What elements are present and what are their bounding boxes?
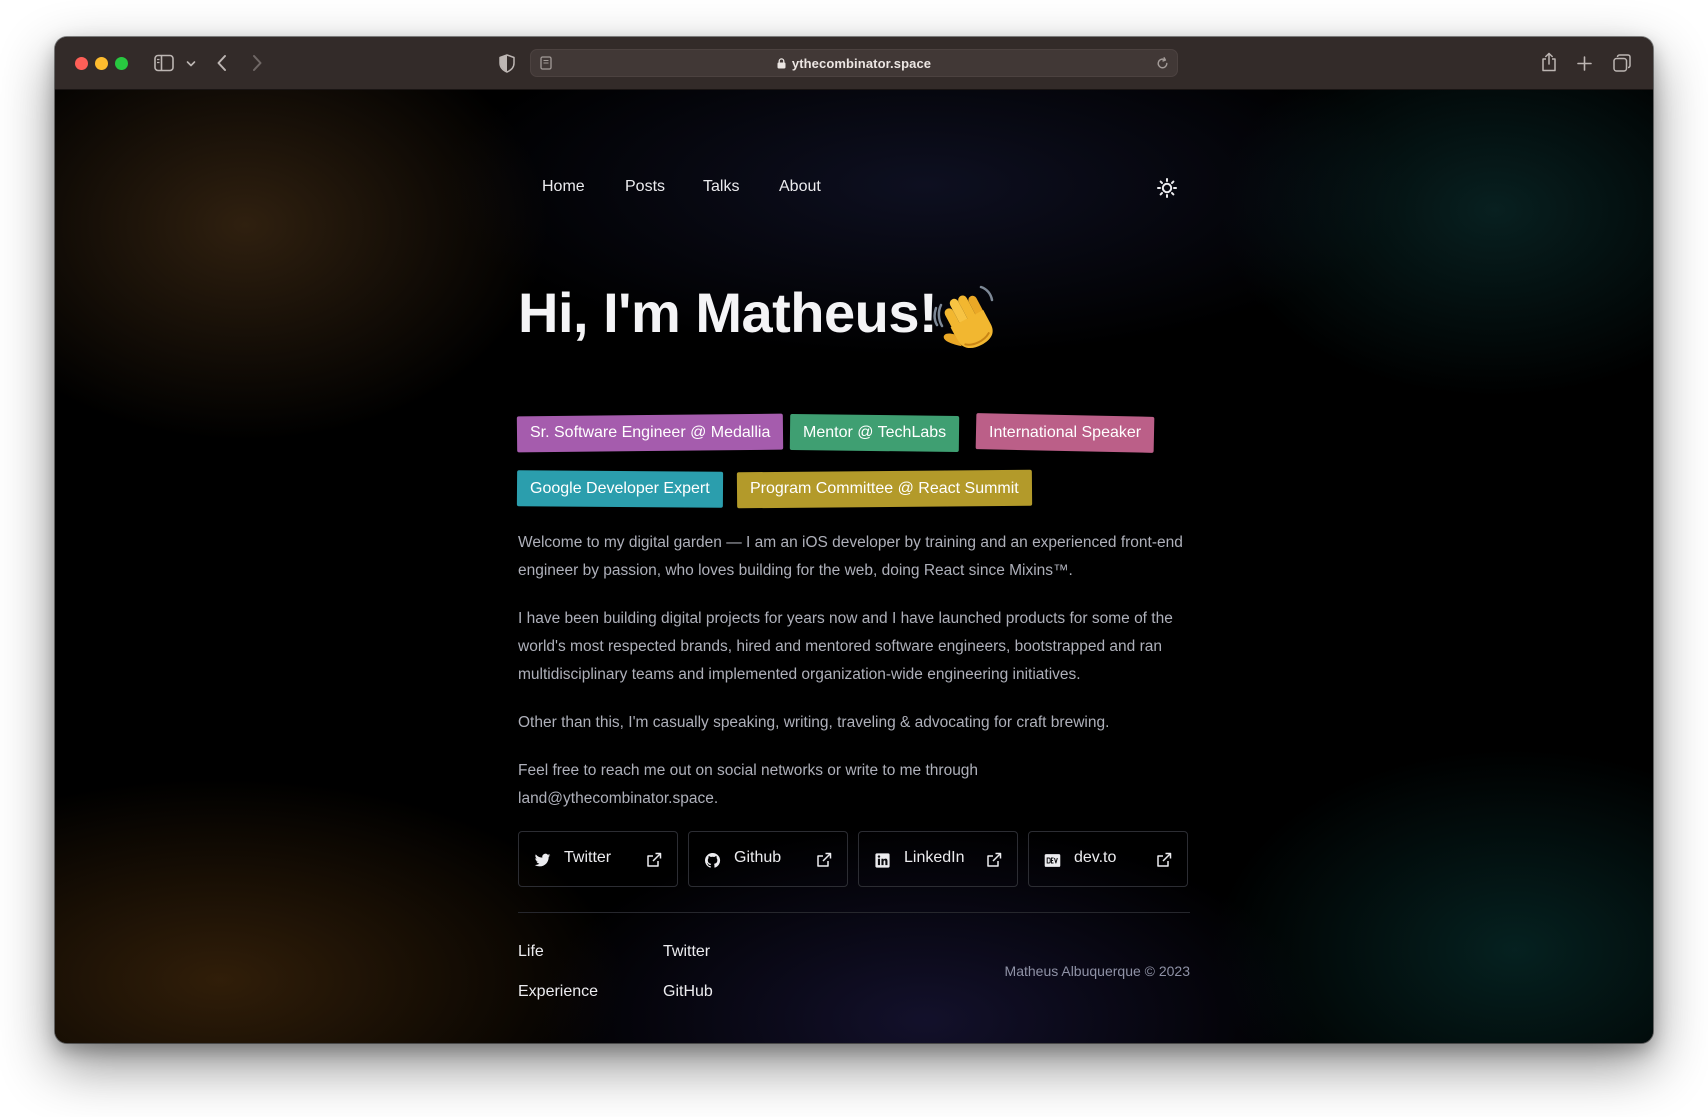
- tag-label: Program Committee @ React Summit: [750, 480, 1019, 497]
- privacy-shield-icon[interactable]: [499, 54, 515, 73]
- tag-label: Google Developer Expert: [530, 480, 710, 497]
- theme-toggle-sun-icon[interactable]: [1157, 178, 1177, 198]
- tag-label: Sr. Software Engineer @ Medallia: [530, 424, 771, 441]
- tag-label: International Speaker: [989, 424, 1142, 441]
- tag-mentor: Mentor @ TechLabs: [789, 413, 960, 453]
- url-text: ythecombinator.space: [531, 56, 1177, 71]
- contact-paragraph: Feel free to reach me out on social netw…: [518, 762, 979, 807]
- share-icon[interactable]: [1541, 52, 1557, 72]
- github-icon: [704, 853, 721, 868]
- tag-senior-engineer: Sr. Software Engineer @ Medallia: [516, 413, 784, 453]
- footer-divider: [518, 912, 1190, 913]
- intro-paragraph: Welcome to my digital garden — I am an i…: [518, 534, 1183, 579]
- browser-window: ythecombinator.space Home Posts Talks Ab…: [55, 37, 1653, 1043]
- social-label: Twitter: [564, 849, 612, 866]
- tab-overview-icon[interactable]: [1613, 54, 1631, 72]
- tag-google-developer-expert: Google Developer Expert: [516, 470, 723, 508]
- social-twitter-button[interactable]: Twitter: [518, 831, 678, 887]
- back-icon[interactable]: [216, 54, 228, 72]
- lock-icon: [777, 58, 786, 69]
- experience-paragraph: I have been building digital projects fo…: [518, 610, 1173, 683]
- minimize-window-button[interactable]: [95, 57, 108, 70]
- address-bar[interactable]: ythecombinator.space: [530, 49, 1178, 77]
- browser-toolbar: ythecombinator.space: [55, 37, 1653, 90]
- footer-link-experience[interactable]: Experience: [518, 983, 598, 1001]
- social-label: dev.to: [1074, 849, 1117, 866]
- tag-international-speaker: International Speaker: [975, 413, 1155, 453]
- zoom-window-button[interactable]: [115, 57, 128, 70]
- twitter-icon: [534, 853, 551, 867]
- nav-talks[interactable]: Talks: [703, 178, 739, 196]
- nav-home[interactable]: Home: [542, 178, 585, 196]
- social-github-button[interactable]: Github: [688, 831, 848, 887]
- url-label: ythecombinator.space: [791, 56, 932, 71]
- footer-link-twitter[interactable]: Twitter: [663, 943, 710, 961]
- social-label: Github: [734, 849, 782, 866]
- reload-icon[interactable]: [1156, 57, 1169, 70]
- external-link-icon: [647, 852, 662, 867]
- sidebar-icon[interactable]: [154, 54, 174, 72]
- hobbies-paragraph: Other than this, I'm casually speaking, …: [518, 714, 1110, 731]
- close-window-button[interactable]: [75, 57, 88, 70]
- footer-link-github[interactable]: GitHub: [663, 983, 713, 1001]
- social-label: LinkedIn: [904, 849, 965, 866]
- forward-icon[interactable]: [251, 54, 263, 72]
- external-link-icon: [1157, 852, 1172, 867]
- external-link-icon: [817, 852, 832, 867]
- linkedin-icon: [875, 853, 890, 868]
- nav-about[interactable]: About: [779, 178, 821, 196]
- social-linkedin-button[interactable]: LinkedIn: [858, 831, 1018, 887]
- page-title: Hi, I'm Matheus!: [518, 281, 938, 344]
- devto-icon: [1044, 854, 1061, 867]
- nav-posts[interactable]: Posts: [625, 178, 665, 196]
- tag-program-committee: Program Committee @ React Summit: [736, 469, 1032, 509]
- new-tab-icon[interactable]: [1577, 56, 1592, 71]
- copyright-text: Matheus Albuquerque © 2023: [1004, 963, 1190, 979]
- social-devto-button[interactable]: dev.to: [1028, 831, 1188, 887]
- footer-link-life[interactable]: Life: [518, 943, 544, 961]
- chevron-down-icon[interactable]: [186, 60, 196, 68]
- external-link-icon: [987, 852, 1002, 867]
- page-content: Home Posts Talks About Hi, I'm Matheus!: [55, 90, 1653, 1043]
- waving-hand-icon: [933, 285, 994, 349]
- tag-label: Mentor @ TechLabs: [803, 424, 947, 441]
